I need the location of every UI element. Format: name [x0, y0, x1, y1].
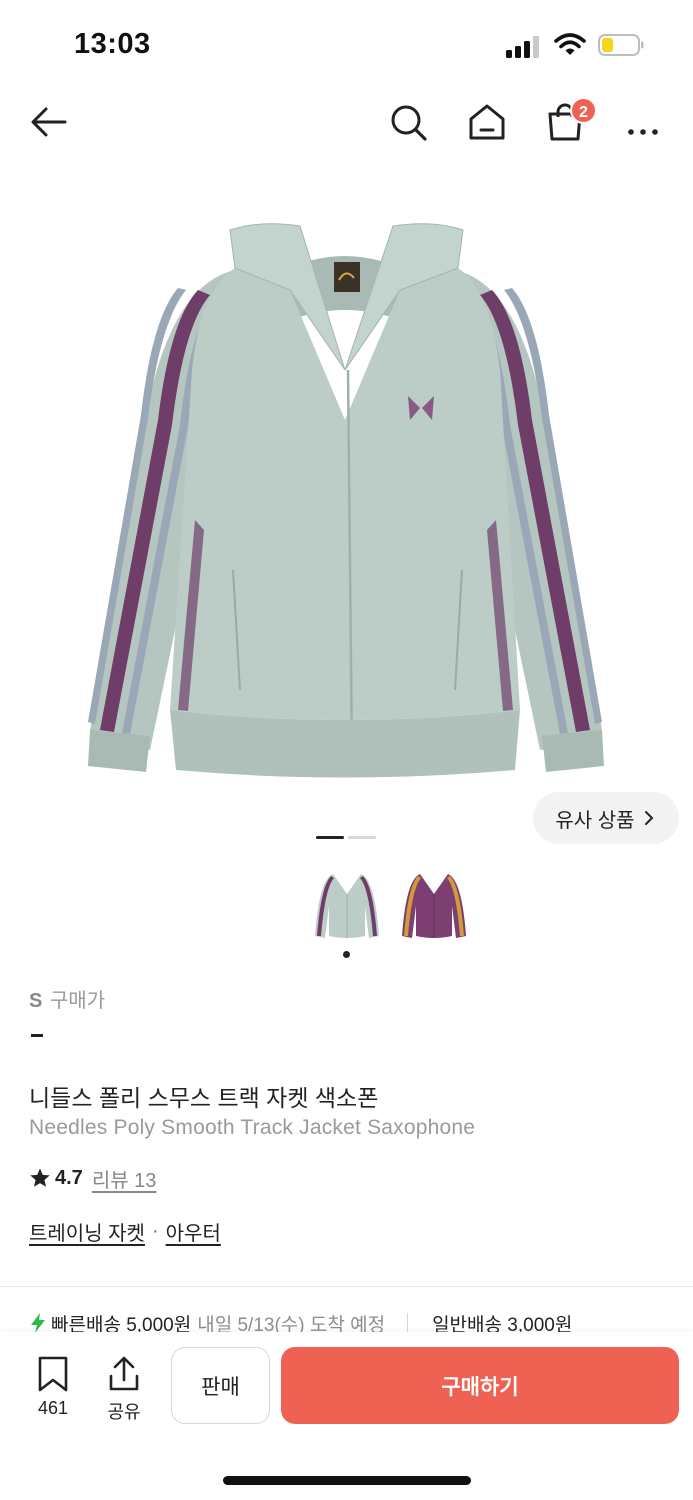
product-main-image[interactable]: [0, 170, 693, 830]
search-icon[interactable]: [386, 100, 430, 144]
category-link-outer[interactable]: 아우터: [166, 1217, 221, 1246]
status-bar: 13:03: [0, 0, 693, 90]
battery-low-icon: [598, 34, 644, 56]
buy-button[interactable]: 구매하기: [281, 1347, 679, 1424]
bookmark-count: 461: [37, 1398, 69, 1418]
cart-count-badge: 2: [570, 97, 597, 124]
home-icon[interactable]: [465, 100, 509, 144]
rating-row: 4.7 리뷰 13: [29, 1163, 156, 1193]
gallery-pager-inactive: [348, 836, 376, 839]
share-button[interactable]: 공유: [99, 1356, 149, 1424]
review-link[interactable]: 리뷰 13: [92, 1164, 157, 1193]
back-arrow-icon[interactable]: [27, 100, 71, 144]
share-label: 공유: [107, 1402, 141, 1422]
category-separator: ·: [151, 1220, 159, 1242]
similar-products-label: 유사 상품: [555, 809, 635, 832]
section-divider: [0, 1286, 693, 1287]
price-label: 구매가: [49, 990, 106, 1012]
chevron-right-icon: [644, 811, 653, 825]
gallery-pager-active: [316, 836, 344, 839]
size-price-label: S 구매가: [29, 984, 105, 1013]
bookmark-icon: [38, 1356, 68, 1392]
product-name-english: Needles Poly Smooth Track Jacket Saxopho…: [29, 1116, 476, 1139]
shipping-divider: [407, 1313, 409, 1333]
sell-button[interactable]: 판매: [171, 1347, 270, 1424]
thumbnail-purple-jacket[interactable]: [398, 866, 470, 942]
status-time: 13:03: [74, 28, 151, 60]
size-label: S: [29, 990, 43, 1012]
rating-score: 4.7: [55, 1166, 83, 1189]
star-icon: [30, 1168, 50, 1187]
wifi-icon: [554, 33, 586, 55]
home-indicator[interactable]: [223, 1476, 471, 1485]
selected-thumbnail-dot: [343, 951, 350, 958]
lightning-bolt-icon: [31, 1313, 45, 1333]
more-dots-icon[interactable]: [621, 100, 665, 144]
category-breadcrumb: 트레이닝 자켓 · 아우터: [29, 1217, 221, 1246]
product-name-korean: 니들스 폴리 스무스 트랙 자켓 색소폰: [29, 1085, 379, 1111]
price-value: -: [31, 1034, 43, 1037]
category-link-training-jacket[interactable]: 트레이닝 자켓: [29, 1217, 145, 1246]
thumbnail-sage-jacket[interactable]: [311, 866, 383, 942]
bookmark-button[interactable]: 461: [28, 1356, 78, 1419]
cellular-signal-icon: [506, 36, 542, 58]
share-icon: [109, 1356, 139, 1391]
similar-products-button[interactable]: 유사 상품: [533, 792, 679, 844]
